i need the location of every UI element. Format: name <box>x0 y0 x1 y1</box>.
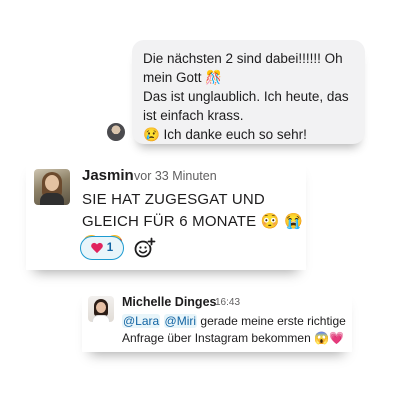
message-text: @Lara @Miri gerade meine erste richtige … <box>122 313 350 347</box>
message-timestamp[interactable]: vor 33 Minuten <box>134 169 217 183</box>
message-michelle: Michelle Dinges 16:43 @Lara @Miri gerade… <box>82 288 352 352</box>
bubble-text: Die nächsten 2 sind dabei!!!!!! Oh mein … <box>143 49 359 144</box>
bubble-line-2: Das ist unglaublich. Ich heute, das ist … <box>143 89 349 123</box>
bubble-line-3: 😢 Ich danke euch so sehr! <box>143 127 307 142</box>
reaction-pill[interactable]: 1 <box>80 236 124 260</box>
reaction-count: 1 <box>106 242 114 254</box>
sender-name[interactable]: Michelle Dinges <box>122 295 216 309</box>
avatar[interactable] <box>34 169 70 205</box>
mention-miri[interactable]: @Miri <box>163 314 198 328</box>
bubble-line-1: Die nächsten 2 sind dabei!!!!!! Oh mein … <box>143 51 343 85</box>
add-emoji-icon[interactable] <box>132 236 156 260</box>
avatar[interactable] <box>88 296 114 322</box>
mention-lara[interactable]: @Lara <box>122 314 161 328</box>
sender-name[interactable]: Jasmin <box>82 167 134 184</box>
heart-on-fire-icon <box>91 243 103 254</box>
chat-bubble: Die nächsten 2 sind dabei!!!!!! Oh mein … <box>106 40 365 144</box>
avatar[interactable] <box>106 122 126 142</box>
message-jasmin: Jasmin vor 33 Minuten SIE HAT ZUGESGAT U… <box>26 158 306 270</box>
message-timestamp[interactable]: 16:43 <box>215 297 240 308</box>
